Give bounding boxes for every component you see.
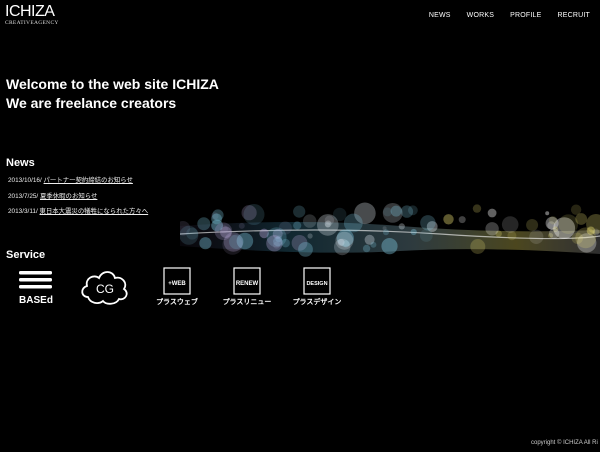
bokeh-light xyxy=(266,235,283,252)
bokeh-light xyxy=(229,234,244,250)
bokeh-light xyxy=(419,229,433,242)
bokeh-light xyxy=(370,241,377,248)
bokeh-light xyxy=(529,229,544,244)
bokeh-light xyxy=(487,208,497,218)
service-list: BASEd CG +WEB プラスウェブ RENEW プラスリニュー DESIG… xyxy=(0,265,380,315)
bokeh-light xyxy=(343,213,363,233)
service-label: プラスウェブ xyxy=(156,297,198,306)
bokeh-light xyxy=(548,216,558,225)
service-label: BASEd xyxy=(19,295,53,306)
plus-design-icon: DESIGN xyxy=(303,267,331,295)
bokeh-light-band xyxy=(180,202,600,257)
news-link[interactable]: パートナー契約締結のお知らせ xyxy=(44,177,133,184)
bokeh-light xyxy=(307,233,313,239)
service-plus-renew[interactable]: RENEW プラスリニュー xyxy=(220,265,274,309)
service-plus-web[interactable]: +WEB プラスウェブ xyxy=(152,265,202,309)
bokeh-light xyxy=(298,242,313,257)
bokeh-light xyxy=(420,215,436,231)
bokeh-light xyxy=(485,222,499,236)
bokeh-light xyxy=(443,214,454,225)
bokeh-light xyxy=(238,222,245,229)
bokeh-light xyxy=(241,205,257,221)
logo-wordmark: ICHIZA xyxy=(5,3,55,20)
service-cg[interactable]: CG xyxy=(78,265,132,309)
based-icon xyxy=(19,271,52,289)
bokeh-light xyxy=(570,204,582,215)
bokeh-light xyxy=(293,205,306,218)
logo-tagline: CREATIVEAGENCY xyxy=(5,20,59,26)
service-badge: DESIGN xyxy=(306,281,327,287)
nav-recruit[interactable]: RECRUIT xyxy=(557,12,590,19)
bokeh-light xyxy=(383,229,389,236)
site-logo[interactable]: ICHIZA CREATIVEAGENCY xyxy=(5,3,65,27)
plus-web-icon: +WEB xyxy=(163,267,191,295)
service-badge: +WEB xyxy=(168,281,186,287)
service-badge: RENEW xyxy=(236,281,259,287)
copyright: copyright © ICHIZA All Ri xyxy=(531,440,598,446)
service-label: CG xyxy=(96,282,114,296)
news-date: 2013/7/25/ xyxy=(8,192,39,200)
news-list: 2013/10/16/ パートナー契約締結のお知らせ 2013/7/25/ 夏季… xyxy=(8,173,148,220)
news-item: 2013/3/11/ 東日本大震災の犠牲になられた方々へ xyxy=(8,204,148,220)
bokeh-light xyxy=(214,222,233,241)
bokeh-light xyxy=(472,204,482,213)
news-heading: News xyxy=(6,157,35,169)
bokeh-light xyxy=(458,216,466,224)
bokeh-light xyxy=(362,244,371,253)
service-based[interactable]: BASEd xyxy=(16,265,56,309)
welcome-line-1: Welcome to the web site ICHIZA xyxy=(6,76,219,92)
nav-news[interactable]: NEWS xyxy=(429,12,451,19)
bokeh-light xyxy=(186,227,199,240)
welcome-line-2: We are freelance creators xyxy=(6,95,177,111)
bokeh-light xyxy=(390,205,402,217)
bokeh-light xyxy=(410,228,417,236)
welcome-headline: Welcome to the web site ICHIZA We are fr… xyxy=(6,75,219,113)
bokeh-light xyxy=(382,226,387,231)
bokeh-light xyxy=(303,214,317,228)
nav-profile[interactable]: PROFILE xyxy=(510,12,541,19)
bokeh-light xyxy=(501,216,519,233)
news-date: 2013/10/16/ xyxy=(8,177,42,184)
news-link[interactable]: 夏季休暇のお知らせ xyxy=(40,193,97,200)
bokeh-light xyxy=(398,223,405,230)
news-date: 2013/3/11/ xyxy=(8,208,38,215)
service-label: プラスデザイン xyxy=(293,297,342,306)
bokeh-light xyxy=(545,211,550,216)
bokeh-light xyxy=(558,214,579,234)
news-item: 2013/7/25/ 夏季休暇のお知らせ xyxy=(8,189,148,205)
bokeh-light xyxy=(333,207,347,222)
bokeh-light xyxy=(470,239,486,254)
bokeh-light xyxy=(586,226,596,235)
bokeh-light xyxy=(293,221,302,230)
bokeh-light xyxy=(526,219,539,231)
bokeh-light xyxy=(383,207,392,217)
bokeh-light xyxy=(199,237,212,250)
service-heading: Service xyxy=(6,249,46,261)
nav-works[interactable]: WORKS xyxy=(467,12,494,19)
service-plus-design[interactable]: DESIGN プラスデザイン xyxy=(287,265,347,309)
news-item: 2013/10/16/ パートナー契約締結のお知らせ xyxy=(8,173,148,189)
service-label: プラスリニュー xyxy=(223,297,272,306)
bokeh-light xyxy=(197,217,211,231)
plus-renew-icon: RENEW xyxy=(233,267,261,295)
bokeh-light xyxy=(548,228,560,239)
news-link[interactable]: 東日本大震災の犠牲になられた方々へ xyxy=(40,208,149,215)
bokeh-light xyxy=(381,238,398,255)
bokeh-light xyxy=(400,205,414,218)
cloud-cg-icon: CG xyxy=(81,271,128,305)
bokeh-light xyxy=(337,238,345,246)
main-nav: NEWS WORKS PROFILE RECRUIT xyxy=(429,12,590,19)
